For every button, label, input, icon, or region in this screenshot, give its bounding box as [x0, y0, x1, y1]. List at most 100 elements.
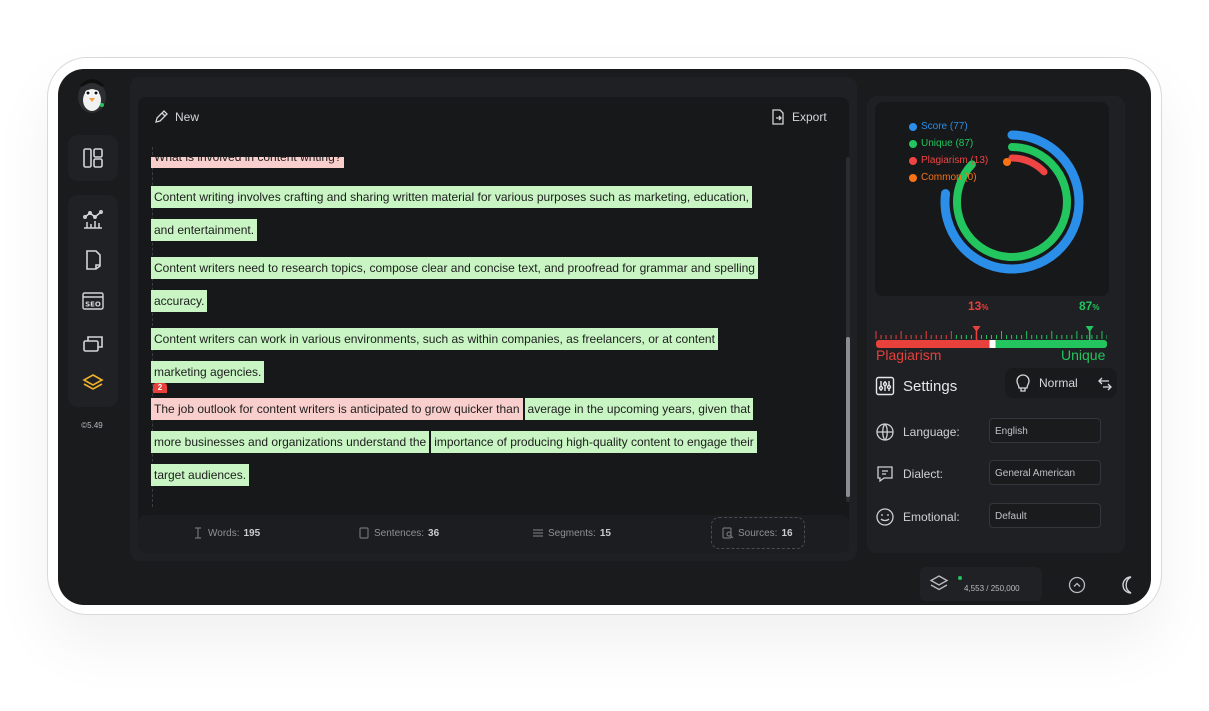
avatar[interactable]	[74, 75, 110, 115]
unique-segment[interactable]: target audiences.	[151, 464, 250, 486]
segments-stat: Segments: 15	[532, 527, 611, 539]
mode-selector[interactable]: Normal	[1005, 368, 1117, 398]
nav-group-main: SEO	[68, 195, 118, 407]
plagiarism-dot	[909, 156, 917, 165]
segments-icon	[532, 527, 544, 539]
settings-title: Settings	[903, 377, 958, 395]
pen-icon	[153, 109, 169, 125]
smile-icon	[875, 507, 895, 527]
credits-widget[interactable]: 4,553 / 250,000	[920, 567, 1042, 601]
unique-segment[interactable]: accuracy.	[151, 290, 208, 312]
stats-bar: Words: 195 Sentences: 36 Segments: 15 So…	[138, 515, 849, 553]
sentences-stat: Sentences: 36	[358, 527, 439, 539]
right-panel: Score (77) Unique (87) Plagiarism (13) C…	[867, 96, 1125, 553]
paragraph: The job outlook for content writers is a…	[151, 393, 754, 425]
legend-item-score: Score (77)	[909, 120, 988, 133]
unique-segment[interactable]: marketing agencies.	[151, 361, 265, 383]
legend-label: Common (0)	[921, 172, 977, 183]
swap-icon[interactable]	[1097, 375, 1113, 391]
editor: New Export 6 What is involved in content…	[138, 97, 849, 527]
score-chart: Score (77) Unique (87) Plagiarism (13) C…	[875, 102, 1109, 296]
emotional-row: Emotional:	[875, 507, 960, 527]
speech-icon	[875, 464, 895, 484]
credits-text: 4,553 / 250,000	[964, 584, 1020, 593]
dialect-row: Dialect:	[875, 464, 943, 484]
dialect-label: Dialect:	[903, 467, 944, 481]
paragraph-continuation: more businesses and organizations unders…	[151, 426, 757, 458]
language-select[interactable]: English	[989, 418, 1101, 443]
text-cursor-icon	[192, 527, 204, 539]
unique-dot	[909, 139, 917, 148]
common-marker	[1003, 158, 1011, 166]
plagiarism-segment[interactable]: The job outlook for content writers is a…	[151, 398, 523, 420]
unique-segment[interactable]: Content writers need to research topics,…	[151, 257, 758, 279]
dialect-select[interactable]: General American	[989, 460, 1101, 485]
scrollbar-thumb[interactable]	[846, 337, 850, 497]
legend-item-plagiarism: Plagiarism (13)	[909, 154, 988, 167]
plagiarism-segment[interactable]: What is involved in content writing?	[151, 157, 345, 168]
paragraph: Content writers can work in various envi…	[151, 323, 718, 355]
sidebar: SEO ©5.49	[58, 69, 128, 605]
export-icon	[770, 109, 786, 125]
paragraph: Content writing involves crafting and sh…	[151, 181, 752, 213]
legend-label: Plagiarism (13)	[921, 155, 989, 166]
language-label: Language:	[903, 425, 960, 439]
words-stat: Words: 195	[192, 527, 260, 539]
unique-segment[interactable]: importance of producing high-quality con…	[431, 431, 757, 453]
nav-group-top	[68, 135, 118, 181]
layers-icon[interactable]	[81, 371, 105, 395]
words-label: Words:	[208, 527, 240, 539]
export-button[interactable]: Export	[770, 109, 827, 125]
sources-value: 16	[781, 527, 793, 539]
unique-segment[interactable]: more businesses and organizations unders…	[151, 431, 430, 453]
plagiarism-label: Plagiarism	[876, 347, 942, 363]
globe-icon	[875, 422, 895, 442]
new-button[interactable]: New	[153, 109, 199, 125]
paragraph-continuation: accuracy.	[151, 285, 208, 317]
seo-icon[interactable]: SEO	[81, 289, 105, 313]
scroll-up-icon[interactable]	[1068, 576, 1086, 594]
main-panel: New Export 6 What is involved in content…	[130, 77, 857, 561]
segments-label: Segments:	[548, 527, 596, 539]
segments-value: 15	[599, 527, 611, 539]
svg-text:SEO: SEO	[85, 301, 101, 309]
plagiarism-unique-meter: 13% 87% Plagiarism Unique	[867, 299, 1107, 364]
paragraph-continuation: and entertainment.	[151, 214, 258, 246]
unique-percent: 87%	[1079, 299, 1100, 313]
paragraph-continuation: marketing agencies.	[151, 356, 265, 388]
paragraph: What is involved in content writing?	[151, 157, 345, 173]
analytics-icon[interactable]	[81, 207, 105, 231]
plagiarism-percent: 13%	[968, 299, 989, 313]
sources-stat[interactable]: Sources: 16	[722, 527, 793, 539]
unique-segment[interactable]: Content writers can work in various envi…	[151, 328, 718, 350]
unique-segment[interactable]: average in the upcoming years, given tha…	[524, 398, 754, 420]
legend-label: Unique (87)	[921, 138, 974, 149]
moon-icon[interactable]	[1116, 574, 1138, 596]
page-icon	[358, 527, 370, 539]
common-dot	[909, 173, 917, 182]
scrollbar[interactable]	[846, 157, 850, 502]
emotional-select[interactable]: Default	[989, 503, 1101, 528]
sources-label: Sources:	[738, 527, 778, 539]
search-document-icon	[722, 527, 734, 539]
dashboard-icon[interactable]	[81, 146, 105, 170]
emotional-label: Emotional:	[903, 510, 960, 524]
brain-icon	[1015, 374, 1031, 392]
mode-label: Normal	[1039, 376, 1078, 390]
unique-label: Unique	[1061, 347, 1106, 363]
unique-segment[interactable]: and entertainment.	[151, 219, 258, 241]
legend-item-common: Common (0)	[909, 171, 988, 184]
app-screen: SEO ©5.49 New Export What is involved in…	[58, 69, 1151, 605]
document-icon[interactable]	[81, 248, 105, 272]
sentences-label: Sentences:	[374, 527, 425, 539]
layers-icon	[928, 573, 950, 595]
settings-header: Settings	[875, 376, 957, 396]
language-row: Language:	[875, 422, 960, 442]
match-count-badge[interactable]: 2	[153, 383, 167, 393]
export-label: Export	[792, 110, 827, 124]
paragraph: Content writers need to research topics,…	[151, 252, 758, 284]
unique-segment[interactable]: Content writing involves crafting and sh…	[151, 186, 752, 208]
sliders-icon	[875, 376, 895, 396]
version-label: ©5.49	[81, 421, 103, 430]
layers-stack-icon[interactable]	[81, 330, 105, 354]
